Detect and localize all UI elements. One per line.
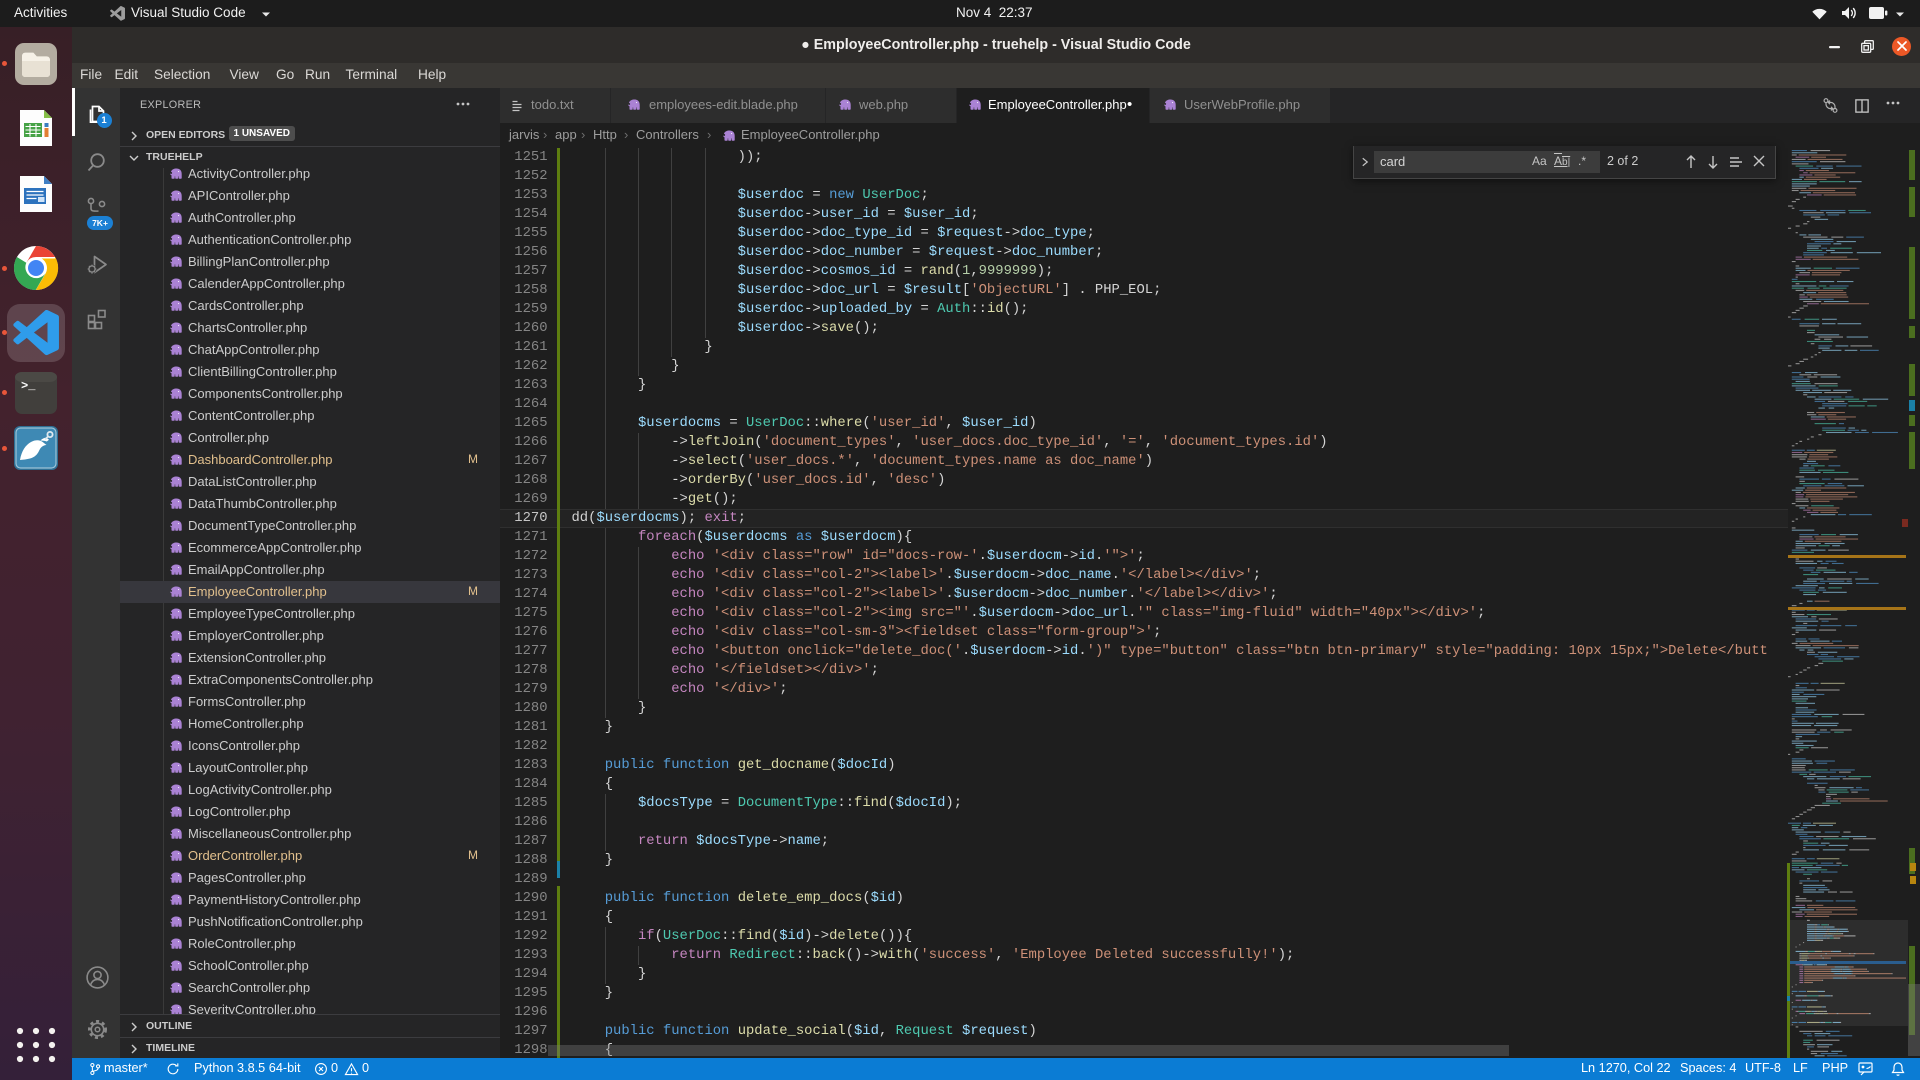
svg-text:>_: >_ [21, 379, 36, 393]
